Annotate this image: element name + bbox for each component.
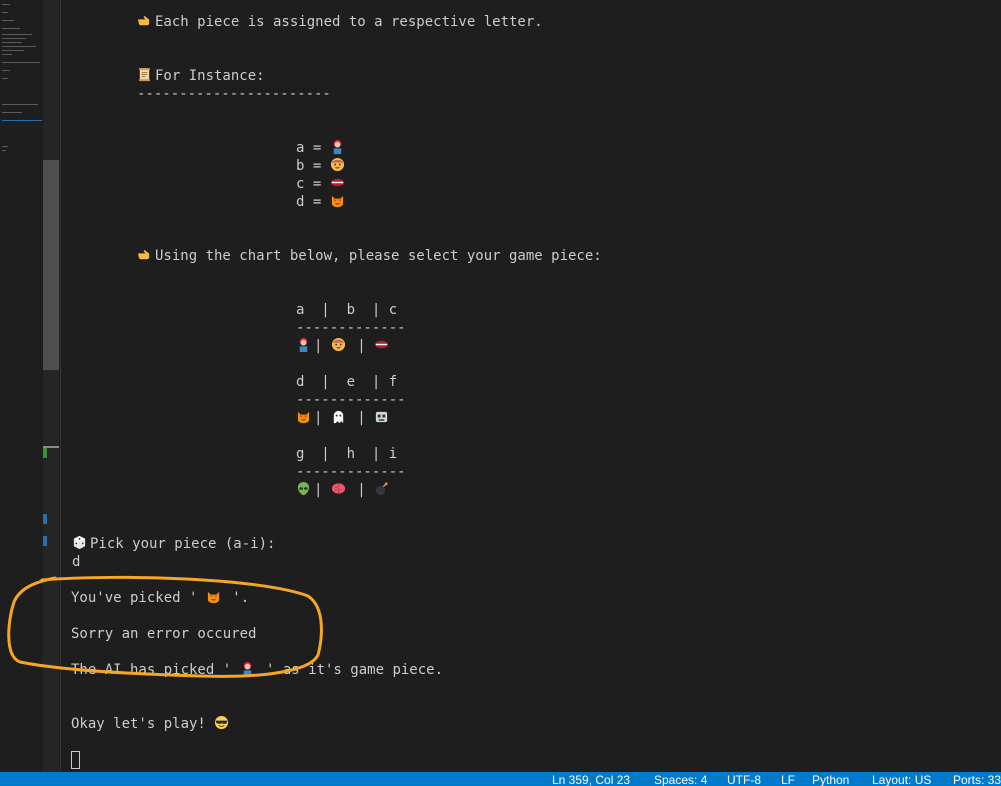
ghost-icon [333, 410, 344, 424]
robot-icon [376, 411, 388, 423]
example-d: d = [296, 193, 348, 211]
example-d-text: d = [296, 194, 330, 210]
ai-picked-suffix: ' as it's game piece. [257, 662, 444, 678]
you-picked-prefix: You've picked ' [71, 590, 206, 606]
chart-separator: | [314, 482, 331, 498]
chart-row-3-divider: ------------- [296, 464, 406, 480]
for-instance-text: For Instance: [155, 68, 265, 84]
chart-row-1-header: a | b | c [296, 302, 398, 318]
for-instance-underline: ----------------------- [137, 86, 331, 102]
lips-icon [375, 340, 389, 349]
chart-separator: | [348, 482, 375, 498]
status-encoding[interactable]: UTF-8 [727, 773, 761, 786]
child-face-icon [330, 157, 344, 172]
lips-icon [330, 178, 344, 187]
status-eol[interactable]: LF [781, 773, 795, 786]
status-line-column[interactable]: Ln 359, Col 23 [552, 773, 630, 786]
chart-separator: | [314, 338, 331, 354]
you-picked-suffix: '. [223, 590, 250, 606]
each-piece-line: Each piece is assigned to a respective l… [137, 13, 543, 31]
ai-picked-prefix: The AI has picked ' [71, 662, 240, 678]
you-picked-line: You've picked ' '. [71, 589, 249, 607]
example-c: c = [296, 175, 348, 193]
for-instance-line: For Instance: [137, 67, 265, 85]
ai-picked-line: The AI has picked ' ' as it's game piece… [71, 661, 443, 679]
terminal-output[interactable]: Each piece is assigned to a respective l… [0, 0, 1001, 772]
child-face-icon [331, 337, 345, 352]
status-ports[interactable]: Ports: 33 [953, 773, 1001, 786]
alien-icon [297, 481, 310, 496]
status-language[interactable]: Python [812, 773, 849, 786]
chart-separator: | [348, 338, 375, 354]
sunglasses-face-icon [215, 715, 229, 730]
chart-row-3-emojis: | | [296, 481, 392, 499]
pointing-hand-icon [137, 249, 150, 260]
status-keyboard-layout[interactable]: Layout: US [872, 773, 931, 786]
play-line: Okay let's play! [71, 715, 232, 733]
error-message: Sorry an error occured [71, 626, 257, 642]
bomb-icon [376, 482, 388, 496]
chart-row-1-divider: ------------- [296, 320, 406, 336]
person-red-hair-icon [333, 139, 341, 154]
cat-heart-eyes-icon [207, 591, 219, 604]
chart-separator: | [348, 410, 375, 426]
person-red-hair-icon [299, 337, 308, 352]
terminal-cursor [71, 751, 80, 769]
play-text: Okay let's play! [71, 716, 215, 732]
chart-row-3-header: g | h | i [296, 446, 398, 462]
chart-separator: | [314, 410, 331, 426]
chart-row-2-emojis: | | [296, 409, 392, 427]
chart-row-2-header: d | e | f [296, 374, 398, 390]
using-chart-line: Using the chart below, please select you… [137, 247, 602, 265]
pointing-hand-icon [137, 15, 150, 26]
chart-row-1-emojis: | | [296, 337, 392, 355]
person-red-hair-icon [243, 661, 251, 676]
cat-heart-eyes-icon [331, 195, 343, 208]
example-b: b = [296, 157, 348, 175]
brain-icon [331, 483, 345, 494]
each-piece-text: Each piece is assigned to a respective l… [155, 14, 543, 30]
example-a-text: a = [296, 140, 330, 156]
pick-input-value: d [72, 554, 81, 570]
example-b-text: b = [296, 158, 330, 174]
pick-prompt-text: Pick your piece (a-i): [90, 536, 276, 552]
scroll-icon [138, 67, 151, 82]
status-bar: Ln 359, Col 23 Spaces: 4 UTF-8 LF Python… [0, 772, 1001, 786]
die-icon [73, 535, 86, 550]
example-c-text: c = [296, 176, 330, 192]
status-indentation[interactable]: Spaces: 4 [654, 773, 707, 786]
cat-heart-eyes-icon [297, 411, 310, 424]
chart-row-2-divider: ------------- [296, 392, 406, 408]
example-a: a = [296, 139, 348, 157]
pick-prompt-line: Pick your piece (a-i): [72, 535, 275, 553]
using-chart-text: Using the chart below, please select you… [155, 248, 602, 264]
